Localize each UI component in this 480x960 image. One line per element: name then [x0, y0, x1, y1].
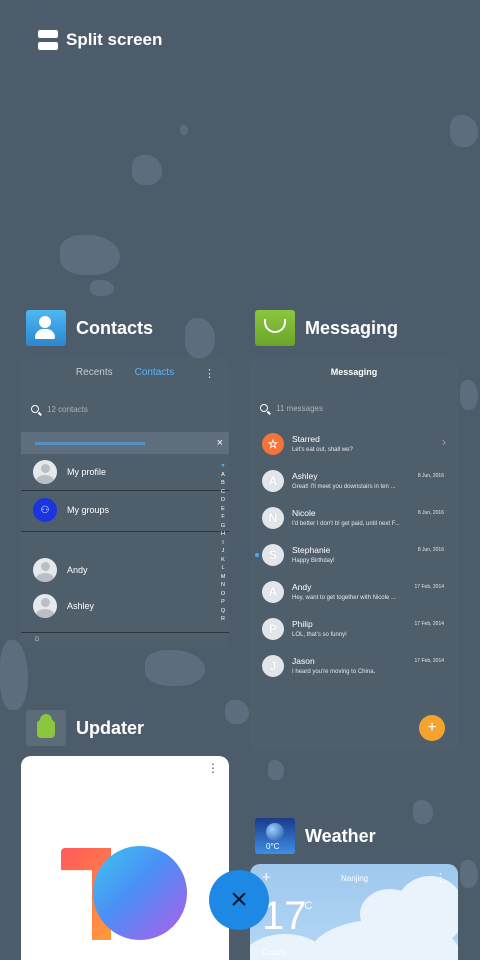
section-letter: D [35, 637, 40, 643]
groups-icon: ⚇ [33, 498, 57, 522]
weather-condition: Cloudy [262, 948, 287, 957]
updater-menu-icon[interactable]: ⋮ [207, 761, 219, 775]
miui-logo-zero [93, 846, 187, 940]
avatar: S [262, 543, 284, 566]
message-preview: LOL, that's so funny! [292, 632, 347, 638]
updater-card[interactable]: ⋮ [21, 756, 229, 960]
message-preview: I'd better I don't b! get paid, until ne… [292, 521, 400, 527]
avatar: J [262, 654, 284, 677]
weather-app-icon: 0°C [255, 818, 295, 854]
contact-andy[interactable]: Andy [21, 552, 229, 588]
contact-name: Andy [67, 565, 88, 575]
split-screen-button[interactable]: Split screen [38, 30, 162, 50]
clear-all-button[interactable]: × [209, 870, 269, 930]
contact-name: My groups [67, 505, 110, 515]
tab-contacts[interactable]: Contacts [135, 367, 174, 378]
search-icon [31, 405, 39, 413]
split-screen-icon [38, 30, 58, 50]
message-date: 17 Feb, 2014 [414, 658, 444, 664]
contact-my-profile[interactable]: My profile [21, 454, 229, 490]
alphabet-index[interactable]: ♥ A B C D E F G H I J K L M N O P Q R [220, 462, 226, 624]
contact-ashley[interactable]: Ashley [21, 588, 229, 624]
chevron-right-icon: › [442, 435, 446, 449]
weather-app-header[interactable]: 0°C Weather [255, 818, 376, 854]
weather-card[interactable]: + Nanjing ⋮ 17 °C Cloudy [250, 864, 458, 960]
close-icon[interactable]: × [217, 437, 223, 449]
avatar [33, 594, 57, 618]
message-preview: I heard you're moving to China. [292, 669, 376, 675]
message-row[interactable]: P Philip LOL, that's so funny! 17 Feb, 2… [250, 610, 458, 647]
messaging-app-icon [255, 310, 295, 346]
message-preview: Happy Birthday! [292, 558, 335, 564]
updater-app-icon [26, 710, 66, 746]
compose-button[interactable]: + [419, 715, 445, 741]
contacts-app-icon [26, 310, 66, 346]
message-preview: Great! I'll meet you downstairs in ten .… [292, 484, 396, 490]
message-date: 17 Feb, 2014 [414, 621, 444, 627]
message-date: 17 Feb, 2014 [414, 584, 444, 590]
contact-my-groups[interactable]: ⚇ My groups [21, 491, 229, 529]
message-row[interactable]: S Stephanie Happy Birthday! 8 Jun, 2016 [250, 536, 458, 573]
message-date: 8 Jun, 2016 [417, 473, 444, 479]
star-icon: ☆ [262, 432, 284, 455]
weather-menu-icon[interactable]: ⋮ [435, 871, 446, 884]
avatar: N [262, 506, 284, 529]
message-preview: Let's eat out, shall we? [292, 447, 353, 453]
contacts-search-placeholder: 12 contacts [47, 404, 88, 414]
weather-icon-temp: 0°C [266, 842, 280, 851]
messaging-search[interactable]: 11 messages [260, 401, 448, 415]
unread-indicator [255, 553, 259, 557]
contact-name: Ashley [67, 601, 95, 611]
contacts-app-title: Contacts [76, 317, 154, 338]
contact-name: My profile [67, 467, 107, 477]
contacts-card[interactable]: Recents Contacts ⋮ 12 contacts × My prof… [21, 358, 229, 648]
message-date: 8 Jun, 2016 [417, 510, 444, 516]
banner-text [35, 441, 145, 445]
message-row[interactable]: A Andy Hey, want to get together with Ni… [250, 573, 458, 610]
message-date: 8 Jun, 2016 [417, 547, 444, 553]
avatar: A [262, 580, 284, 603]
weather-unit: °C [300, 900, 313, 912]
messaging-search-placeholder: 11 messages [276, 403, 323, 413]
message-name: Starred [292, 434, 320, 444]
message-preview: Hey, want to get together with Nicole ..… [292, 595, 396, 601]
updater-app-title: Updater [76, 717, 145, 738]
messaging-app-title: Messaging [305, 317, 399, 338]
avatar: A [262, 469, 284, 492]
message-row[interactable]: N Nicole I'd better I don't b! get paid,… [250, 499, 458, 536]
contacts-app-header[interactable]: Contacts [26, 310, 153, 346]
contacts-search[interactable]: 12 contacts [31, 402, 219, 416]
messaging-app-header[interactable]: Messaging [255, 310, 398, 346]
message-starred[interactable]: ☆ Starred Let's eat out, shall we? › [250, 425, 458, 462]
search-icon [260, 404, 268, 412]
contacts-banner: × [21, 432, 229, 454]
updater-app-header[interactable]: Updater [26, 710, 144, 746]
messaging-card[interactable]: Messaging 11 messages ☆ Starred Let's ea… [250, 358, 458, 750]
avatar [33, 460, 57, 484]
message-row[interactable]: J Jason I heard you're moving to China. … [250, 647, 458, 684]
contacts-menu-icon[interactable]: ⋮ [204, 367, 215, 380]
weather-city: Nanjing [341, 874, 369, 883]
weather-app-title: Weather [305, 825, 376, 846]
avatar: P [262, 617, 284, 640]
tab-recents[interactable]: Recents [76, 367, 113, 378]
messaging-header-title: Messaging [330, 367, 378, 377]
message-row[interactable]: A Ashley Great! I'll meet you downstairs… [250, 462, 458, 499]
split-screen-label: Split screen [66, 30, 163, 49]
avatar [33, 558, 57, 582]
contacts-tabs: Recents Contacts ⋮ [21, 367, 229, 380]
